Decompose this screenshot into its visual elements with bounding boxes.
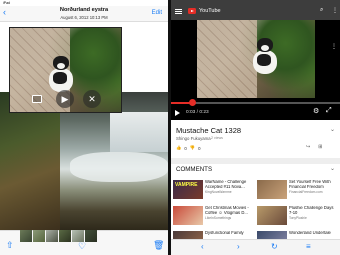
- pip-controls: ▶ ✕: [10, 88, 121, 112]
- youtube-logo-icon[interactable]: [188, 8, 196, 14]
- thumbs-up-icon[interactable]: 👍: [176, 145, 181, 151]
- menu-lines-icon[interactable]: ≡: [306, 242, 311, 251]
- back-icon[interactable]: ‹: [201, 242, 204, 251]
- app-title: YouTube: [199, 7, 221, 14]
- like-bar: 👍 0 👎 0: [176, 145, 201, 151]
- video-thumbnail: [257, 206, 287, 225]
- time-readout: 0:03 / 0:23: [186, 109, 209, 115]
- related-video[interactable]: Set Yourself Free With Financial Freedom…: [257, 180, 339, 200]
- device-label: iPad: [3, 1, 11, 5]
- video-options-icon[interactable]: ⋮: [331, 43, 337, 50]
- photo-rocks: [0, 92, 60, 232]
- like-count: 0: [184, 145, 187, 151]
- heart-icon[interactable]: ♡: [78, 241, 86, 252]
- photos-navbar: ‹ Norðurland eystra August 6, 2012 10:13…: [0, 6, 168, 22]
- add-to-playlist-icon[interactable]: ⊞: [318, 144, 322, 150]
- related-title-line2: Coffee ☺ Vlogmas D...: [205, 210, 248, 215]
- trash-icon[interactable]: 🗑: [153, 240, 164, 251]
- photos-app: iPad ‹ Norðurland eystra August 6, 2012 …: [0, 0, 168, 255]
- gear-icon[interactable]: ⚙: [313, 107, 319, 115]
- play-icon[interactable]: [175, 110, 180, 116]
- related-channel: KingNovaWarnme: [205, 190, 232, 194]
- video-thumbnail: [173, 206, 203, 225]
- photo-location-title: Norðurland eystra: [59, 7, 109, 13]
- scrubber-handle[interactable]: [189, 99, 197, 106]
- photo-falls: [110, 112, 168, 152]
- youtube-app: YouTube ⌕ ⋮ ⋮ 0:03 / 0:23 ⚙ ⤢ Mustache C…: [171, 0, 340, 255]
- related-video[interactable]: VAMPIRE WarName - Challenge Accepted #11…: [173, 180, 255, 200]
- thumbnail[interactable]: [72, 230, 84, 242]
- browser-bottom-bar: ‹ › ↻ ≡: [171, 239, 340, 255]
- related-title: Wonderland Undertale: [289, 231, 331, 235]
- dislike-count: 0: [198, 145, 201, 151]
- youtube-header: YouTube ⌕ ⋮: [171, 0, 340, 20]
- comments-header[interactable]: COMMENTS: [176, 166, 212, 173]
- thumbs-down-icon[interactable]: 👎: [190, 145, 195, 151]
- thumbnail[interactable]: [46, 230, 58, 242]
- waterfall-photo: [0, 92, 168, 232]
- progress-bar[interactable]: [171, 102, 340, 104]
- edit-button[interactable]: Edit: [152, 10, 162, 16]
- view-count: 2 views: [211, 136, 223, 140]
- thumbnail[interactable]: [59, 230, 71, 242]
- reload-icon[interactable]: ↻: [271, 242, 278, 251]
- photo-mist: [70, 152, 168, 182]
- thumbnail[interactable]: [85, 230, 97, 242]
- section-divider: [171, 158, 340, 164]
- related-title-line2: 7-10: [289, 210, 298, 215]
- thumbnail[interactable]: [20, 230, 32, 242]
- related-title-line2: Accepted #11 Nova...: [205, 184, 245, 189]
- related-channel: TonyPlushie: [289, 216, 307, 220]
- video-thumbnail: [257, 180, 287, 199]
- chevron-down-icon[interactable]: ⌄: [330, 165, 335, 172]
- split-screen: iPad ‹ Norðurland eystra August 6, 2012 …: [0, 0, 340, 255]
- video-frame: [197, 20, 315, 98]
- picture-in-picture-window[interactable]: ▶ ✕: [9, 27, 122, 113]
- close-icon[interactable]: ✕: [83, 90, 101, 108]
- channel-name[interactable]: Shingo Fukuyama: [176, 136, 211, 141]
- share-icon[interactable]: ↪: [306, 144, 310, 150]
- chevron-left-icon[interactable]: ‹: [3, 8, 6, 17]
- fullscreen-icon[interactable]: ⤢: [326, 107, 332, 115]
- menu-icon[interactable]: [175, 9, 182, 14]
- cat-figure: [247, 36, 281, 76]
- video-thumbnail: VAMPIRE: [173, 180, 203, 199]
- more-vert-icon[interactable]: ⋮: [332, 7, 338, 14]
- related-video[interactable]: Get Christmas Movies - Coffee ☺ Vlogmas …: [173, 206, 255, 226]
- related-channel: LikeInSomethings: [205, 216, 232, 220]
- thumbnail[interactable]: [33, 230, 45, 242]
- related-channel: FinancialFreedom.com: [289, 190, 323, 194]
- search-icon[interactable]: ⌕: [320, 7, 323, 14]
- chevron-down-icon[interactable]: ⌄: [330, 126, 335, 133]
- thumbnail-strip: [20, 230, 97, 242]
- photo-date-subtitle: August 6, 2012 10:13 PM: [60, 14, 108, 20]
- related-title: Dysfunctional Family: [205, 231, 244, 235]
- play-icon[interactable]: ▶: [56, 90, 74, 108]
- picture-in-picture-icon[interactable]: [32, 95, 42, 103]
- video-actions: ↪ ⊞: [306, 144, 322, 150]
- forward-icon[interactable]: ›: [237, 242, 240, 251]
- share-icon[interactable]: ⇧: [6, 240, 14, 251]
- related-title-line2: Financial Freedom: [289, 184, 324, 189]
- related-video[interactable]: Plushie Challenge Days 7-10 TonyPlushie: [257, 206, 339, 226]
- video-title: Mustache Cat 1328: [176, 126, 242, 135]
- video-player[interactable]: ⋮ 0:03 / 0:23 ⚙ ⤢: [171, 20, 340, 120]
- status-bar: [171, 0, 340, 5]
- thumbnail-text: VAMPIRE: [175, 182, 198, 188]
